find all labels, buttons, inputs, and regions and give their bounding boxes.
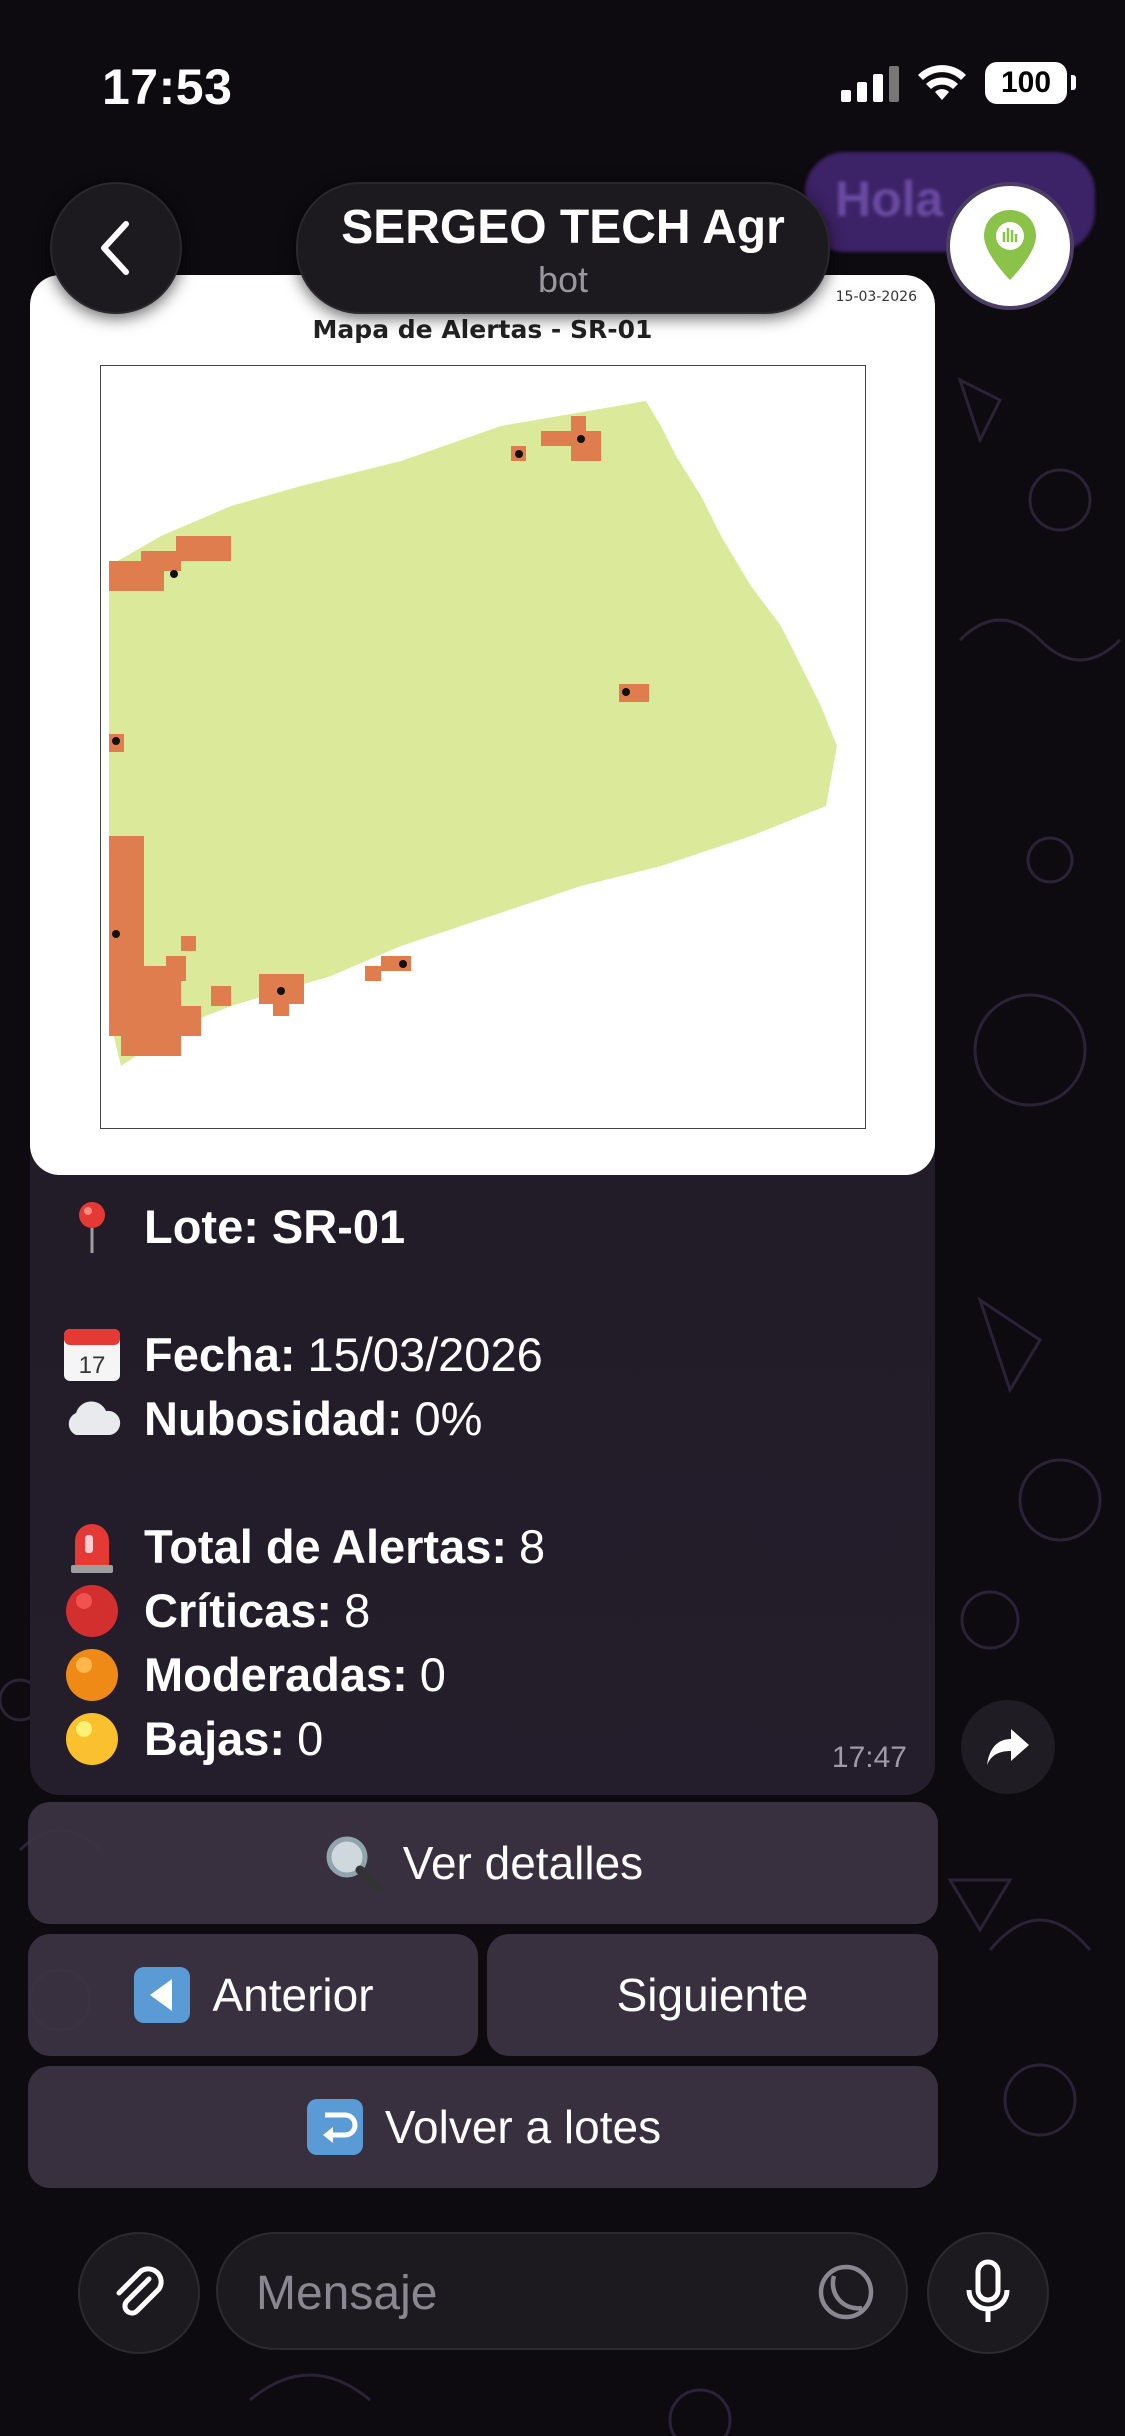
pin-icon bbox=[62, 1199, 122, 1255]
moderadas-line: Moderadas: 0 bbox=[62, 1643, 905, 1707]
bajas-label: Bajas: bbox=[144, 1712, 286, 1765]
nubosidad-label: Nubosidad: bbox=[144, 1392, 403, 1445]
map-title: Mapa de Alertas - SR-01 bbox=[312, 315, 653, 344]
fecha-line: 17 Fecha: 15/03/2026 bbox=[62, 1323, 905, 1387]
criticas-value: 8 bbox=[344, 1584, 371, 1637]
moderadas-label: Moderadas: bbox=[144, 1648, 408, 1701]
alert-marker bbox=[112, 737, 120, 745]
field-map bbox=[109, 401, 837, 1066]
lote-line: Lote: SR-01 bbox=[62, 1195, 905, 1259]
sticker-icon[interactable] bbox=[816, 2262, 876, 2322]
forward-arrow-icon bbox=[987, 1729, 1029, 1765]
voice-message-button[interactable] bbox=[927, 2232, 1049, 2354]
alert-zone bbox=[211, 986, 231, 1006]
ver-detalles-button[interactable]: Ver detalles bbox=[28, 1802, 938, 1924]
field-area bbox=[109, 401, 837, 1066]
bot-message: 15-03-2026 Mapa de Alertas - SR-01 Lote:… bbox=[30, 275, 935, 1795]
message-caption: Lote: SR-01 17 Fecha: 15/03/2026 Nubosid… bbox=[62, 1195, 905, 1771]
alert-zone bbox=[141, 551, 181, 571]
siren-icon bbox=[62, 1519, 122, 1575]
orange-circle-icon bbox=[62, 1647, 122, 1703]
forward-button[interactable] bbox=[961, 1700, 1055, 1794]
message-timestamp: 17:47 bbox=[831, 1741, 907, 1774]
alert-zone bbox=[273, 996, 289, 1016]
anterior-label: Anterior bbox=[212, 1969, 374, 2021]
fecha-label: Fecha: bbox=[144, 1328, 296, 1381]
bajas-line: Bajas: 0 bbox=[62, 1707, 905, 1771]
moderadas-value: 0 bbox=[419, 1648, 446, 1701]
volver-label: Volver a lotes bbox=[384, 2101, 662, 2153]
alert-marker bbox=[399, 960, 407, 968]
chevron-left-icon bbox=[101, 221, 129, 275]
chat-subtitle: bot bbox=[537, 259, 589, 300]
alert-zone bbox=[166, 956, 186, 981]
red-circle-icon bbox=[62, 1583, 122, 1639]
yellow-circle-icon bbox=[62, 1711, 122, 1767]
alert-zone bbox=[181, 936, 196, 951]
total-alertas-line: Total de Alertas: 8 bbox=[62, 1515, 905, 1579]
alert-marker bbox=[622, 688, 630, 696]
microphone-icon bbox=[966, 2259, 1010, 2322]
cloud-icon bbox=[62, 1391, 122, 1447]
back-button[interactable] bbox=[50, 182, 182, 314]
total-label: Total de Alertas: bbox=[144, 1520, 508, 1573]
alert-marker bbox=[112, 930, 120, 938]
status-icons: 100 bbox=[841, 62, 1076, 104]
bot-avatar[interactable] bbox=[946, 182, 1074, 310]
map-plot-frame bbox=[100, 365, 866, 1129]
siguiente-label: Siguiente bbox=[616, 1969, 809, 2021]
battery-indicator: 100 bbox=[985, 62, 1076, 104]
paperclip-icon bbox=[116, 2266, 164, 2316]
message-input[interactable] bbox=[254, 2262, 778, 2324]
alert-zone bbox=[571, 431, 601, 461]
cellular-signal-icon bbox=[841, 64, 899, 102]
chat-title[interactable]: SERGEO TECH Agr bot bbox=[296, 182, 830, 314]
map-pin-logo-icon bbox=[984, 210, 1036, 280]
alert-zone bbox=[571, 416, 586, 431]
bajas-value: 0 bbox=[297, 1712, 324, 1765]
nubosidad-value: 0% bbox=[414, 1392, 483, 1445]
chat-name: SERGEO TECH Agr bbox=[341, 201, 785, 254]
left-arrow-icon bbox=[132, 1965, 192, 2025]
status-time: 17:53 bbox=[102, 59, 233, 115]
calendar-icon: 17 bbox=[62, 1327, 122, 1383]
criticas-label: Críticas: bbox=[144, 1584, 333, 1637]
total-value: 8 bbox=[519, 1520, 546, 1573]
return-arrow-icon bbox=[305, 2097, 365, 2157]
svg-text:17: 17 bbox=[79, 1352, 106, 1379]
wifi-icon bbox=[918, 65, 966, 100]
magnifier-icon bbox=[323, 1833, 383, 1893]
alert-zone bbox=[171, 1006, 201, 1036]
map-date: 15-03-2026 bbox=[835, 289, 917, 305]
alert-zone bbox=[176, 536, 231, 561]
ver-detalles-label: Ver detalles bbox=[402, 1837, 644, 1889]
siguiente-button[interactable]: Siguiente bbox=[487, 1934, 938, 2056]
alert-marker bbox=[515, 450, 523, 458]
alert-marker bbox=[577, 435, 585, 443]
message-input-field[interactable] bbox=[216, 2232, 908, 2350]
lote-label: Lote: SR-01 bbox=[144, 1200, 406, 1253]
alert-zone bbox=[365, 966, 381, 981]
alert-marker bbox=[277, 987, 285, 995]
volver-a-lotes-button[interactable]: Volver a lotes bbox=[28, 2066, 938, 2188]
alert-marker bbox=[170, 570, 178, 578]
fecha-value: 15/03/2026 bbox=[307, 1328, 543, 1381]
anterior-button[interactable]: Anterior bbox=[28, 1934, 478, 2056]
alert-map-image[interactable]: 15-03-2026 Mapa de Alertas - SR-01 bbox=[30, 275, 935, 1175]
nubosidad-line: Nubosidad: 0% bbox=[62, 1387, 905, 1451]
attach-button[interactable] bbox=[78, 2232, 200, 2354]
criticas-line: Críticas: 8 bbox=[62, 1579, 905, 1643]
